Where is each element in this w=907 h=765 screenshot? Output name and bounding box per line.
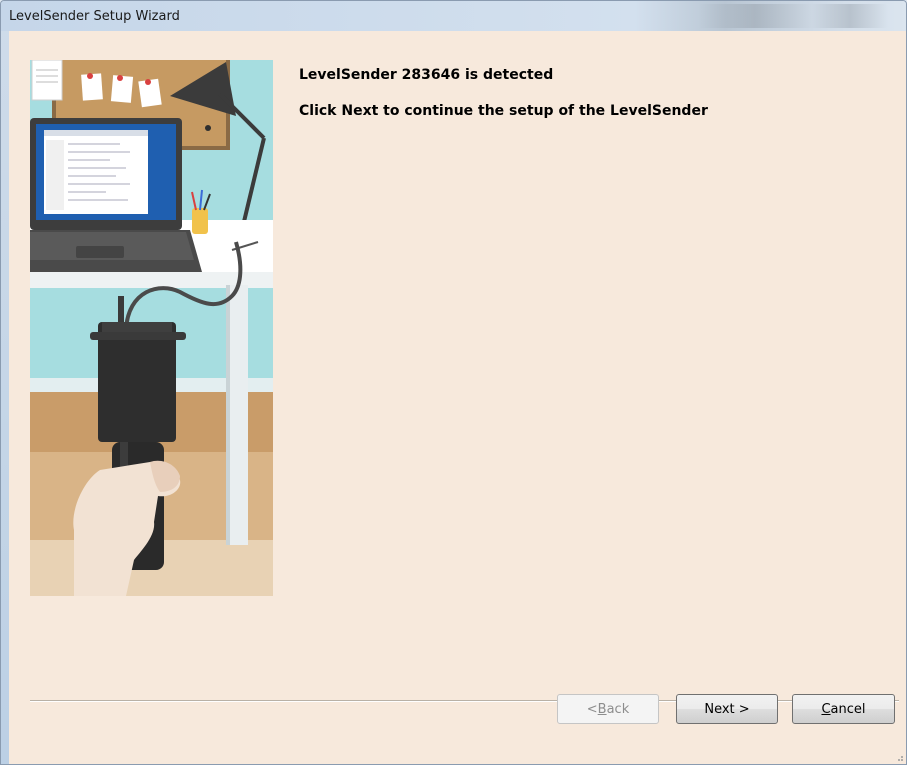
back-button-rest: ack [606,701,630,717]
cancel-button-rest: ancel [830,701,866,717]
levelsender-illustration [30,60,273,596]
detected-heading: LevelSender 283646 is detected [299,67,554,83]
window-title: LevelSender Setup Wizard [9,8,180,24]
title-bar-decoration [698,4,888,28]
next-button-label: Next > [704,701,750,717]
cancel-accelerator: C [821,701,831,717]
resize-grip-icon[interactable] [894,752,904,762]
wizard-page: LevelSender 283646 is detected Click Nex… [9,31,906,764]
cancel-button[interactable]: Cancel [792,694,895,724]
setup-wizard-window: LevelSender Setup Wizard LevelSender 283… [0,0,907,765]
next-button[interactable]: Next > [676,694,778,724]
instruction-text: Click Next to continue the setup of the … [299,103,708,119]
back-accelerator: B [597,701,607,717]
back-button-prefix: < [586,701,598,717]
back-button[interactable]: < Back [557,694,659,724]
title-bar[interactable]: LevelSender Setup Wizard [1,1,906,31]
levelsender-desk-illustration-icon [30,60,273,596]
